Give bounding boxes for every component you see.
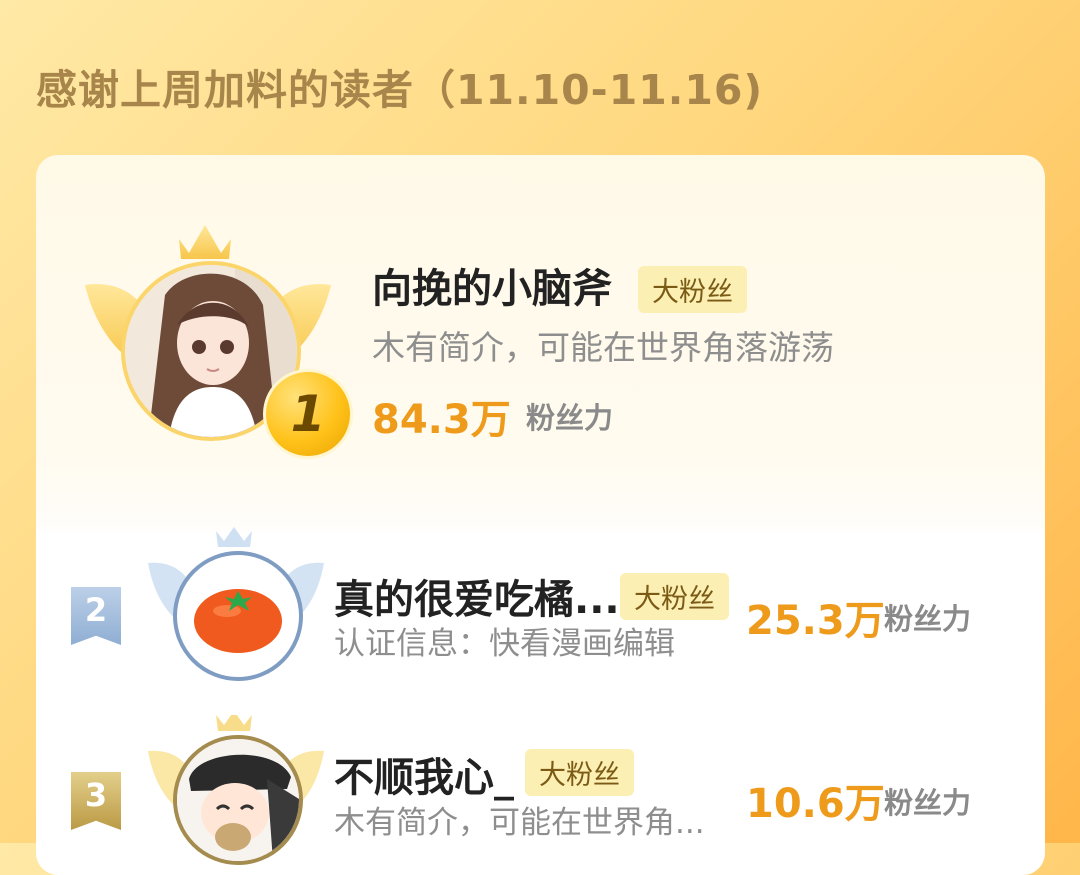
- reader-bio: 认证信息：快看漫画编辑: [334, 626, 675, 662]
- fan-power-label: 粉丝力: [884, 602, 972, 636]
- fan-power-value: 25.3万: [746, 598, 885, 644]
- reader-name[interactable]: 真的很爱吃橘...: [334, 567, 620, 625]
- reader-row-2[interactable]: 2 真的很爱吃橘... 大粉丝 认证信息：快看漫画编辑 25.3万 粉丝力: [36, 525, 1045, 715]
- fan-level-badge: 大粉丝: [638, 266, 747, 313]
- reader-ranking-card: 1 向挽的小脑斧 大粉丝 木有简介，可能在世界角落游荡 84.3万 粉丝力 2: [36, 155, 1045, 875]
- avatar-frame-bronze: [146, 715, 326, 875]
- rank-3-flag: 3: [71, 772, 121, 830]
- rank-number: 1: [290, 385, 326, 443]
- reader-name[interactable]: 不顺我心_: [334, 745, 514, 803]
- fan-power-label: 粉丝力: [884, 786, 972, 820]
- avatar-frame-silver: [146, 527, 326, 687]
- fan-level-badge: 大粉丝: [620, 573, 729, 620]
- avatar[interactable]: [173, 551, 303, 681]
- reader-bio: 木有简介，可能在世界角...: [334, 805, 705, 841]
- avatar[interactable]: [173, 735, 303, 865]
- reader-name[interactable]: 向挽的小脑斧: [372, 256, 612, 314]
- avatar-frame-gold: 1: [83, 219, 353, 459]
- fan-level-badge: 大粉丝: [525, 749, 634, 796]
- rank-number: 2: [84, 591, 108, 629]
- tangerine-avatar-icon: [194, 589, 282, 653]
- fan-power-value: 84.3万: [372, 397, 511, 443]
- reader-row-1[interactable]: 1 向挽的小脑斧 大粉丝 木有简介，可能在世界角落游荡 84.3万 粉丝力: [36, 155, 1045, 525]
- fan-power-value: 10.6万: [746, 781, 885, 827]
- fan-power-label: 粉丝力: [526, 401, 614, 435]
- rank-number: 3: [84, 776, 108, 814]
- reader-bio: 木有简介，可能在世界角落游荡: [372, 328, 834, 367]
- rank-1-medal: 1: [263, 369, 353, 459]
- reader-row-3[interactable]: 3 不顺我心_ 大粉丝 木有简介，可能在世界角... 10.6万 粉丝力: [36, 715, 1045, 875]
- rank-2-flag: 2: [71, 587, 121, 645]
- page-title: 感谢上周加料的读者（11.10-11.16): [36, 66, 764, 114]
